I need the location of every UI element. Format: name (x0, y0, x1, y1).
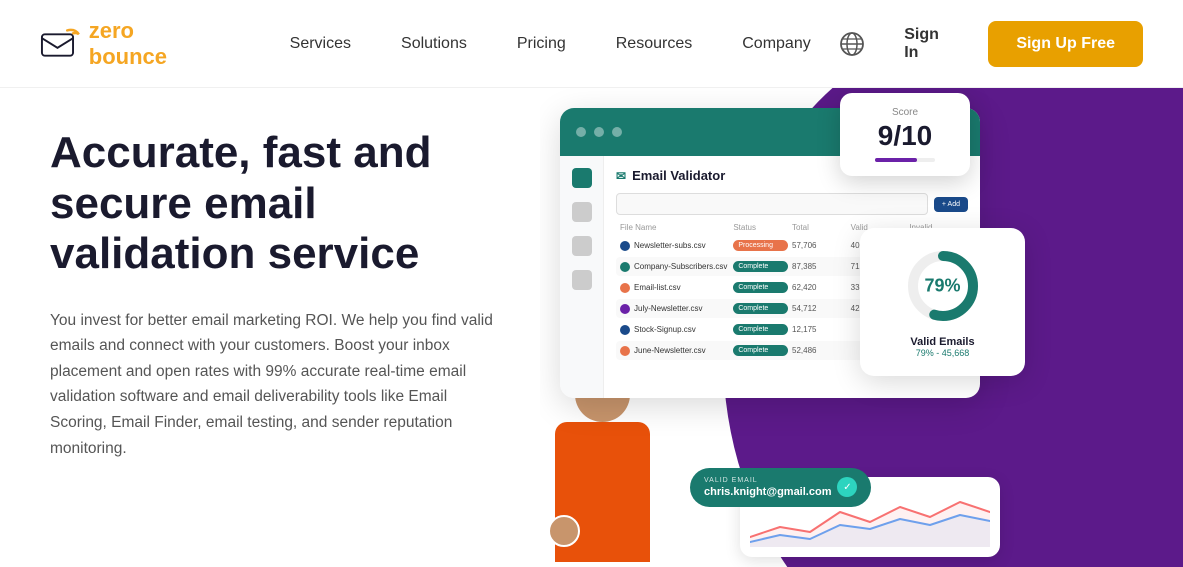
logo-text: zero bounce (89, 18, 215, 70)
row-total-1: 87,385 (792, 262, 847, 271)
donut-chart: 79% (903, 246, 983, 326)
row-name-2: Email-list.csv (620, 283, 729, 293)
col-filename: File Name (620, 223, 729, 232)
status-badge-1: Complete (733, 261, 788, 272)
valid-email-badge: VALID EMAIL chris.knight@gmail.com ✓ (690, 468, 871, 507)
dot-3 (612, 127, 622, 137)
language-selector[interactable] (836, 26, 868, 62)
row-total-5: 52,486 (792, 346, 847, 355)
status-badge-0: Processing (733, 240, 788, 251)
row-name-4: Stock-Signup.csv (620, 325, 729, 335)
header: zero bounce Services Solutions Pricing R… (0, 0, 1183, 88)
signup-button[interactable]: Sign Up Free (988, 21, 1143, 67)
col-status: Status (733, 223, 788, 232)
add-button[interactable]: + Add (934, 197, 968, 212)
row-name-0: Newsletter-subs.csv (620, 241, 729, 251)
sidebar-icon-3 (572, 236, 592, 256)
sidebar-icon-2 (572, 202, 592, 222)
status-badge-2: Complete (733, 282, 788, 293)
card-sidebar (560, 156, 604, 398)
sidebar-icon-4 (572, 270, 592, 290)
row-total-0: 57,706 (792, 241, 847, 250)
status-badge-3: Complete (733, 303, 788, 314)
dot-2 (594, 127, 604, 137)
donut-percent: 79% (924, 276, 960, 297)
hero-title: Accurate, fast and secure email validati… (50, 128, 500, 280)
nav-resources[interactable]: Resources (591, 25, 717, 63)
row-name-1: Company-Subscribers.csv (620, 262, 729, 272)
row-total-4: 12,175 (792, 325, 847, 334)
card-input-row: + Add (616, 193, 968, 215)
hero-visuals: Score 9/10 Email Validator (540, 88, 1183, 567)
globe-icon (838, 30, 866, 58)
score-label: Score (854, 107, 956, 118)
sidebar-icon-1 (572, 168, 592, 188)
score-bar (875, 158, 935, 162)
main-nav: Services Solutions Pricing Resources Com… (265, 25, 836, 63)
col-total: Total (792, 223, 847, 232)
status-badge-4: Complete (733, 324, 788, 335)
header-actions: Sign In Sign Up Free (836, 18, 1143, 70)
score-value: 9/10 (854, 122, 956, 150)
hero-section: Accurate, fast and secure email validati… (0, 88, 540, 567)
mini-input[interactable] (616, 193, 928, 215)
hero-description: You invest for better email marketing RO… (50, 308, 500, 461)
logo[interactable]: zero bounce (40, 18, 215, 70)
check-icon: ✓ (837, 477, 857, 497)
nav-pricing[interactable]: Pricing (492, 25, 591, 63)
dot-1 (576, 127, 586, 137)
nav-services[interactable]: Services (265, 25, 376, 63)
score-card: Score 9/10 (840, 93, 970, 176)
row-name-3: July-Newsletter.csv (620, 304, 729, 314)
avatar-small (548, 515, 580, 547)
valid-email-address: chris.knight@gmail.com (704, 485, 831, 499)
status-badge-5: Complete (733, 345, 788, 356)
row-name-5: June-Newsletter.csv (620, 346, 729, 356)
donut-card: 79% Valid Emails 79% - 45,668 (860, 228, 1025, 376)
donut-sublabel: 79% - 45,668 (916, 348, 970, 358)
signin-button[interactable]: Sign In (888, 18, 968, 70)
score-bar-fill (875, 158, 917, 162)
main-content: Accurate, fast and secure email validati… (0, 88, 1183, 567)
nav-solutions[interactable]: Solutions (376, 25, 492, 63)
logo-icon (40, 26, 83, 62)
donut-label: Valid Emails (910, 336, 974, 348)
nav-company[interactable]: Company (717, 25, 835, 63)
row-total-3: 54,712 (792, 304, 847, 313)
row-total-2: 62,420 (792, 283, 847, 292)
valid-email-type: VALID EMAIL (704, 476, 831, 485)
